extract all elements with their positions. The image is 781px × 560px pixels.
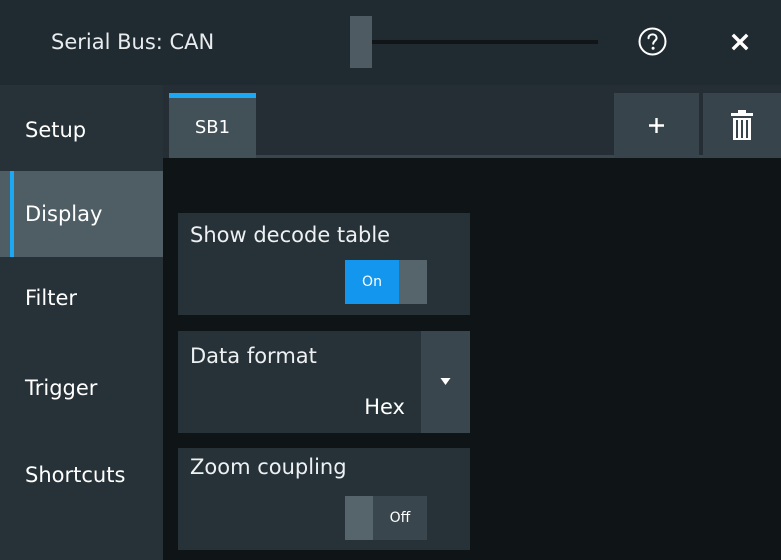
- dialog-titlebar: Serial Bus: CAN: [0, 0, 781, 85]
- bus-tabbar: SB1: [163, 85, 781, 158]
- sidebar-item-shortcuts[interactable]: Shortcuts: [0, 432, 163, 518]
- close-icon: [731, 33, 749, 51]
- sidebar-item-label: Display: [25, 202, 103, 226]
- help-circle-icon: [638, 27, 667, 56]
- show-decode-table-setting: Show decode table On: [178, 213, 470, 315]
- add-bus-button[interactable]: [614, 93, 699, 158]
- sidebar-item-label: Filter: [25, 286, 78, 310]
- toggle-state-label: Off: [373, 496, 427, 540]
- zoom-coupling-label: Zoom coupling: [190, 455, 347, 479]
- zoom-coupling-setting: Zoom coupling Off: [178, 448, 470, 550]
- show-decode-table-label: Show decode table: [190, 223, 391, 247]
- trash-icon: [731, 110, 753, 140]
- close-button[interactable]: [721, 27, 761, 58]
- zoom-coupling-toggle[interactable]: Off: [345, 496, 427, 540]
- data-format-label: Data format: [190, 344, 317, 368]
- toggle-state-label: On: [345, 260, 399, 304]
- sidebar-item-filter[interactable]: Filter: [0, 255, 163, 341]
- category-sidebar: Setup Display Filter Trigger Shortcuts: [0, 85, 163, 560]
- data-format-setting[interactable]: Data format Hex: [178, 331, 470, 433]
- toggle-knob: [399, 260, 427, 304]
- serial-bus-dialog: Serial Bus: CAN Setup Display Filter Tri…: [0, 0, 781, 560]
- delete-bus-button[interactable]: [703, 93, 781, 158]
- data-format-value: Hex: [364, 395, 405, 419]
- slider-thumb[interactable]: [350, 16, 372, 68]
- show-decode-table-toggle[interactable]: On: [345, 260, 427, 304]
- sidebar-item-label: Setup: [25, 118, 87, 142]
- help-button[interactable]: [637, 26, 668, 57]
- sidebar-item-label: Trigger: [25, 376, 98, 400]
- dialog-title: Serial Bus: CAN: [51, 30, 215, 54]
- caret-down-icon: [440, 378, 451, 385]
- transparency-slider[interactable]: [350, 16, 600, 68]
- sidebar-item-label: Shortcuts: [25, 463, 126, 487]
- sidebar-item-trigger[interactable]: Trigger: [0, 345, 163, 431]
- sidebar-item-display[interactable]: Display: [0, 171, 163, 257]
- slider-track[interactable]: [350, 40, 598, 44]
- sidebar-item-setup[interactable]: Setup: [0, 87, 163, 173]
- toggle-knob: [345, 496, 373, 540]
- tab-sb1[interactable]: SB1: [169, 93, 256, 158]
- tab-label: SB1: [194, 117, 231, 138]
- data-format-dropdown-button[interactable]: [421, 331, 470, 433]
- plus-icon: [649, 118, 664, 133]
